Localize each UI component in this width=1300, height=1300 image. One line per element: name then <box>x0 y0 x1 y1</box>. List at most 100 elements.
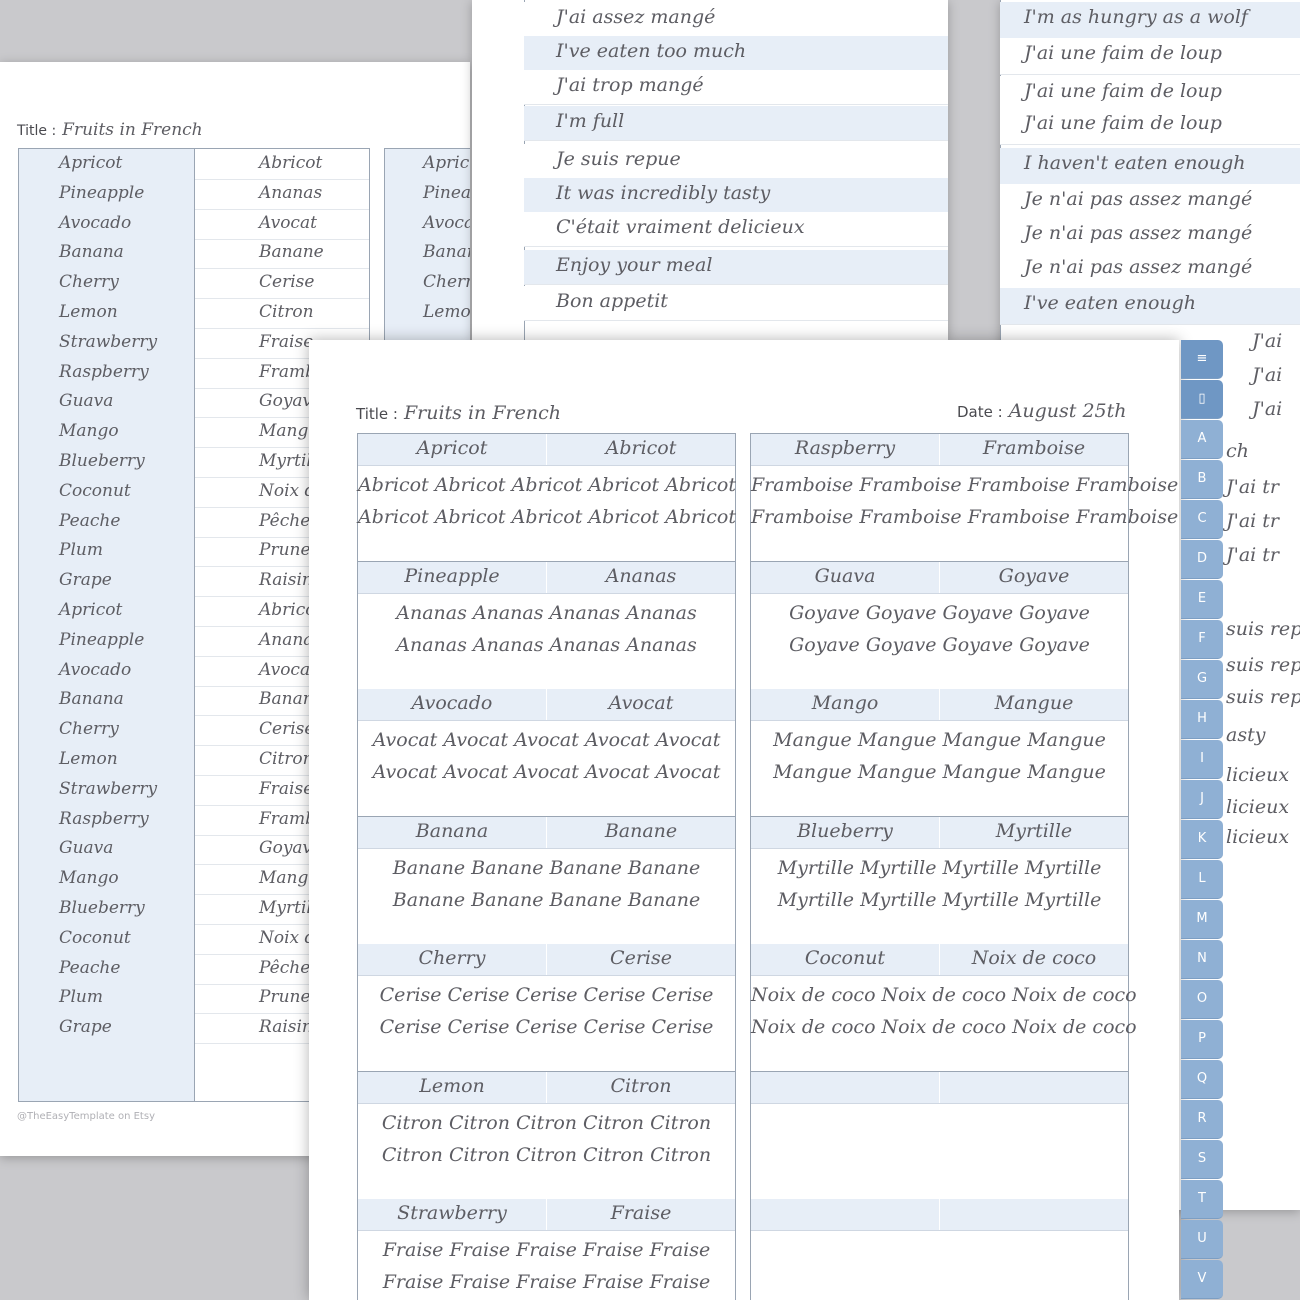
phrase-text: It was incredibly tasty <box>556 182 771 204</box>
french-word: Citron <box>259 749 314 769</box>
date-value: August 25th <box>1008 400 1127 422</box>
english-word: Pineapple <box>423 182 470 203</box>
french-word: Prune <box>259 987 311 1008</box>
practice-block: Blueberry Myrtille Myrtille Myrtille Myrti… <box>751 816 1128 945</box>
english-word: Coconut <box>804 947 886 969</box>
french-word: Fraise <box>259 331 314 352</box>
practice-line: Fraise Fraise Fraise Fraise Fraise <box>382 1271 711 1293</box>
block-header: Mango Mangue <box>751 689 1128 721</box>
practice-line: Citron Citron Citron Citron Citron <box>381 1111 712 1134</box>
letter-tab-l[interactable]: L <box>1181 860 1223 899</box>
practice-lines: Noix de coco Noix de coco Noix de coco No… <box>751 976 1137 1072</box>
phrase-text: I haven't eaten enough <box>1024 152 1246 174</box>
block-header: Guava Goyave <box>751 561 1128 594</box>
english-word: Lemon <box>59 302 118 322</box>
practice-line: Mangue Mangue Mangue Mangue <box>773 729 1106 751</box>
french-word: Raisin <box>259 570 313 591</box>
practice-block: Cherry Cerise Cerise Cerise Cerise Cerise … <box>358 944 735 1072</box>
english-word: Mango <box>811 692 879 714</box>
letter-tab-p[interactable]: P <box>1181 1020 1223 1059</box>
letter-tab-o[interactable]: O <box>1181 980 1223 1019</box>
letter-tab-b[interactable]: B <box>1181 460 1223 499</box>
english-word: Guava <box>814 564 876 587</box>
french-word: Framboise <box>982 437 1086 459</box>
letter-tab-r[interactable]: R <box>1181 1100 1223 1139</box>
phrase-fragment: J'ai tr <box>1226 510 1280 532</box>
english-word: Cherry <box>59 719 119 740</box>
phrase-text: J'ai trop mangé <box>556 74 704 96</box>
practice-line: Ananas Ananas Ananas Ananas <box>396 633 697 656</box>
letter-tab-t[interactable]: T <box>1181 1180 1223 1219</box>
letter-tab-h[interactable]: H <box>1181 700 1223 739</box>
phrase-text: I'm as hungry as a wolf <box>1024 6 1248 28</box>
block-header <box>751 1199 1128 1231</box>
credit-text: @TheEasyTemplate on Etsy <box>17 1111 155 1122</box>
row-rule <box>195 328 369 329</box>
letter-tab-a[interactable]: A <box>1181 420 1223 459</box>
practice-block: Raspberry Framboise Framboise Framboise Fr… <box>751 434 1178 562</box>
english-word: Avocado <box>423 212 470 233</box>
practice-line: Ananas Ananas Ananas Ananas <box>396 601 697 624</box>
practice-lines <box>751 1104 1128 1200</box>
title-value: Fruits in French <box>62 120 203 140</box>
letter-tab-j[interactable]: J <box>1181 780 1223 819</box>
front-page-date: Date : August 25th <box>957 400 1127 422</box>
english-word: Pineapple <box>59 629 145 650</box>
french-word: Mangue <box>994 692 1074 714</box>
letter-tab-q[interactable]: Q <box>1181 1060 1223 1099</box>
phrase-fragment: asty <box>1226 724 1266 746</box>
block-header: Cherry Cerise <box>358 944 735 976</box>
index-list-icon[interactable]: ≡ <box>1181 340 1223 379</box>
letter-tab-c[interactable]: C <box>1181 500 1223 539</box>
english-word: Lemon <box>423 302 470 322</box>
practice-lines: Goyave Goyave Goyave Goyave Goyave Goyave… <box>751 594 1128 690</box>
block-header <box>751 1071 1128 1104</box>
english-word: Apricot <box>59 600 123 620</box>
french-word: Pêche <box>259 957 311 978</box>
letter-tab-i[interactable]: I <box>1181 740 1223 779</box>
phrase-fragment: J'ai <box>1252 330 1283 352</box>
english-word: Plum <box>59 540 103 561</box>
practice-lines: Avocat Avocat Avocat Avocat Avocat Avocat… <box>358 721 735 817</box>
block-header: Coconut Noix de coco <box>751 944 1128 976</box>
english-word: Banana <box>59 242 124 263</box>
letter-tab-g[interactable]: G <box>1181 660 1223 699</box>
letter-tab-f[interactable]: F <box>1181 620 1223 659</box>
page-icon[interactable]: ▯ <box>1181 380 1223 419</box>
letter-tab-m[interactable]: M <box>1181 900 1223 939</box>
letter-tab-n[interactable]: N <box>1181 940 1223 979</box>
phrase-text: J'ai une faim de loup <box>1024 42 1222 64</box>
english-word: Blueberry <box>59 451 145 471</box>
english-word: Strawberry <box>59 331 158 352</box>
block-header: Lemon Citron <box>358 1071 735 1104</box>
block-header: Avocado Avocat <box>358 689 735 721</box>
english-word: Lemon <box>59 749 118 769</box>
french-word: Ananas <box>605 564 677 587</box>
french-word: Banane <box>604 819 678 842</box>
index-tabs: ≡ ▯ A B C D E F G H I J K L M N O P Q R S T U V <box>1181 340 1223 1300</box>
practice-lines: Fraise Fraise Fraise Fraise Fraise Fraise… <box>358 1231 735 1300</box>
letter-tab-e[interactable]: E <box>1181 580 1223 619</box>
phrase-fragment: licieux <box>1226 796 1290 818</box>
practice-block: Mango Mangue Mangue Mangue Mangue Mangue Ma… <box>751 689 1128 817</box>
letter-tab-v[interactable]: V <box>1181 1260 1223 1299</box>
english-word: Pineapple <box>59 182 145 203</box>
french-word: Cerise <box>259 719 315 740</box>
french-word: Cerise <box>610 947 672 969</box>
phrase-fragment: suis rep <box>1226 686 1300 708</box>
letter-tab-u[interactable]: U <box>1181 1220 1223 1259</box>
practice-line: Avocat Avocat Avocat Avocat Avocat <box>372 729 721 751</box>
phrase-text: Je n'ai pas assez mangé <box>1024 222 1253 244</box>
french-word: Goyave <box>998 564 1070 587</box>
practice-block: Guava Goyave Goyave Goyave Goyave Goyave Go… <box>751 561 1128 690</box>
practice-line: Mangue Mangue Mangue Mangue <box>773 761 1106 783</box>
date-label: Date : <box>957 403 1003 421</box>
letter-tab-k[interactable]: K <box>1181 820 1223 859</box>
practice-block: Lemon Citron Citron Citron Citron Citron C… <box>358 1071 735 1200</box>
block-header: Banana Banane <box>358 816 735 849</box>
letter-tab-s[interactable]: S <box>1181 1140 1223 1179</box>
english-word: Lemon <box>419 1074 485 1097</box>
phrase-text: I'm full <box>556 110 625 132</box>
phrase-fragment: licieux <box>1226 764 1290 786</box>
letter-tab-d[interactable]: D <box>1181 540 1223 579</box>
